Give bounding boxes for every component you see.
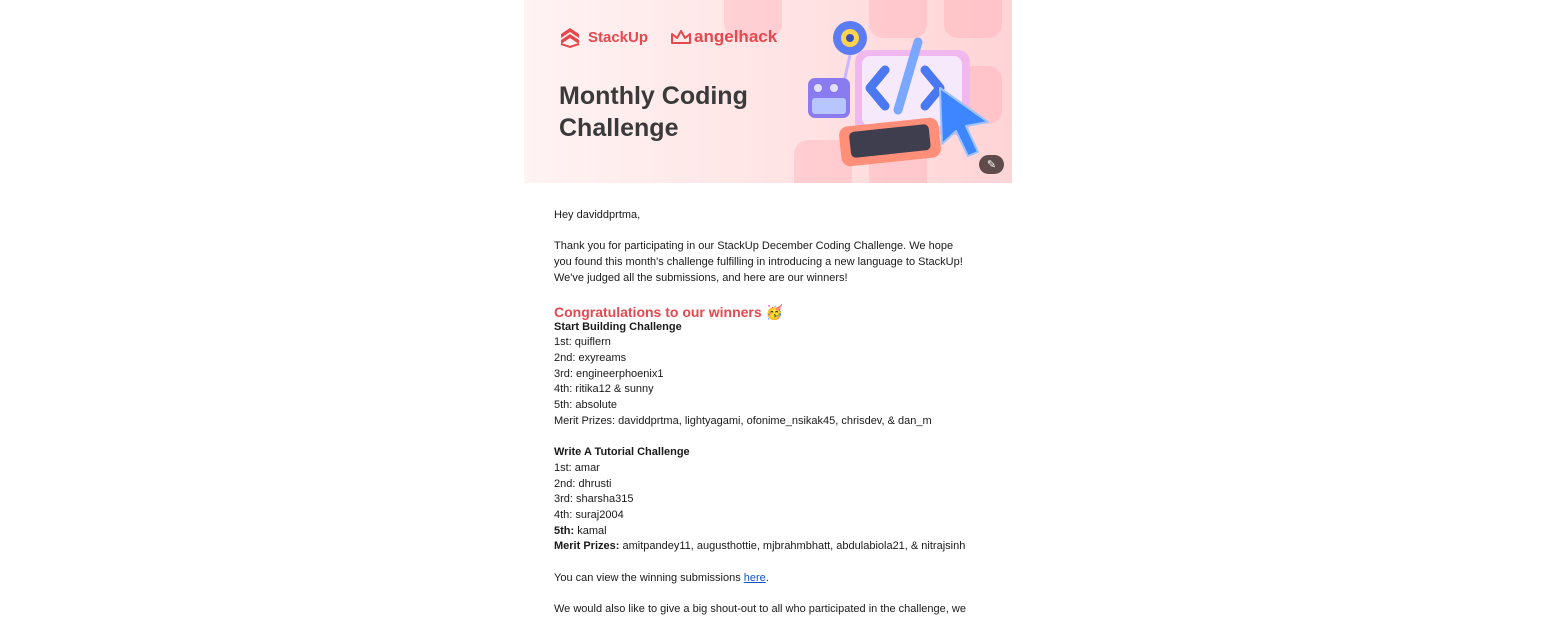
calendar-icon [808,78,850,118]
merit-prizes-names: amitpandey11, augusthottie, mjbrahmbhatt… [619,540,966,553]
start-building-section: Start Building Challenge 1st: quiflern 2… [554,320,982,430]
stackup-logo-icon [560,28,580,49]
magic-wand-icon[interactable]: ✎ [979,155,1004,174]
code-illustration [808,21,989,167]
view-submissions-end: . [765,571,769,584]
intro-line: We've judged all the submissions, and he… [554,271,848,284]
shoutout-paragraph: We would also like to give a big shout-o… [554,603,966,616]
email-content: StackUp angelhack Monthly Coding Challen… [524,0,1012,618]
winner-line: 5th: kamal [554,524,982,540]
merit-prizes-label: Merit Prizes: [554,540,620,553]
logo-row: StackUp angelhack [558,25,777,49]
keyboard-icon [839,117,941,167]
crown-icon [671,30,692,44]
view-submissions-text: You can view the winning submissions [554,571,744,584]
winner-place-label: 5th: [554,524,575,537]
winner-line: 1st: quiflern [554,336,611,349]
intro-paragraph: Thank you for participating in our Stack… [554,239,982,286]
section-title: Start Building Challenge [554,320,682,333]
gear-icon [833,21,867,55]
submissions-link[interactable]: here [744,572,766,584]
write-tutorial-section: Write A Tutorial Challenge 1st: amar 2nd… [554,445,982,555]
banner-title-line-2: Challenge [559,114,679,142]
winner-line: 5th: absolute [554,399,617,412]
greeting: Hey daviddprtma, [554,209,641,221]
winner-line: 4th: suraj2004 [554,508,624,521]
intro-line: you found this month's challenge fulfill… [554,256,963,269]
congrats-heading-text: Congratulations to our winners [554,303,762,320]
merit-prizes-line: Merit Prizes: daviddprtma, lightyagami, … [554,414,932,427]
winner-line: 2nd: dhrusti [554,477,612,490]
congrats-heading: Congratulations to our winners 🥳 [554,304,982,320]
intro-line: Thank you for participating in our Stack… [554,240,954,253]
banner-title-line-1: Monthly Coding [559,82,748,110]
email-body: Hey daviddprtma, Thank you for participa… [524,208,1012,618]
winner-line: 2nd: exyreams [554,351,627,364]
winner-line: 3rd: sharsha315 [554,493,634,506]
challenge-banner: StackUp angelhack Monthly Coding Challen… [524,0,1012,183]
winner-line: 3rd: engineerphoenix1 [554,367,664,380]
banner-title: Monthly Coding Challenge [559,80,819,144]
merit-prizes-line: Merit Prizes: amitpandey11, augusthottie… [554,539,982,555]
angelhack-logo: angelhack [670,27,777,47]
stackup-logo-text: StackUp [588,28,649,46]
winner-name: kamal [574,524,607,537]
winner-line: 1st: amar [554,461,600,474]
angelhack-logo-text: angelhack [694,27,778,46]
party-face-icon: 🥳 [765,303,783,320]
stackup-logo: StackUp [558,25,648,49]
view-submissions-line: You can view the winning submissions her… [554,571,982,587]
winner-line: 4th: ritika12 & sunny [554,383,654,396]
section-title: Write A Tutorial Challenge [554,446,690,459]
